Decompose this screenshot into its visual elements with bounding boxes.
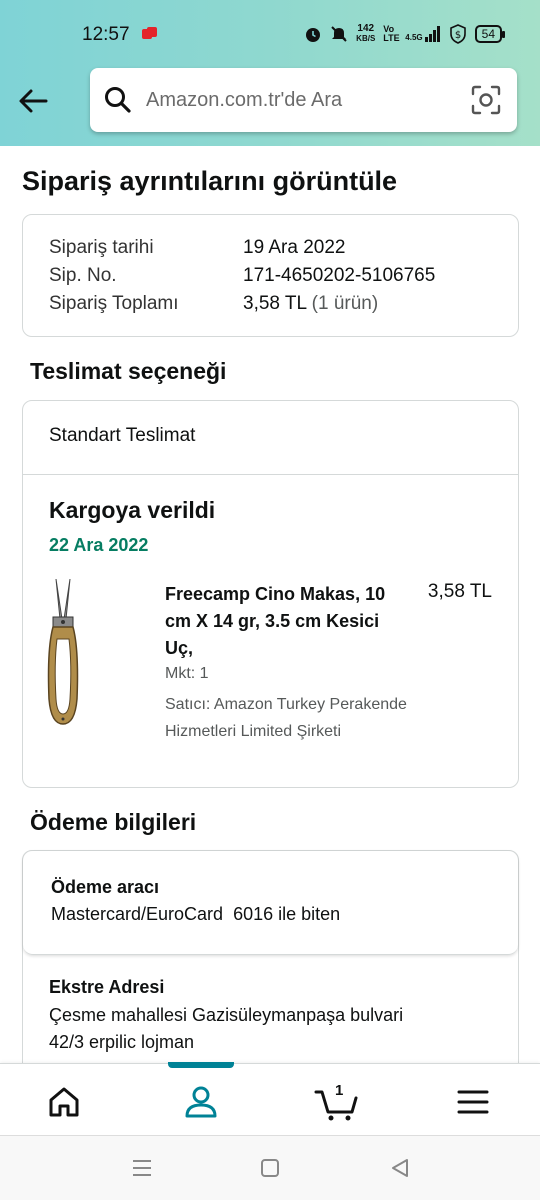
order-total-label: Sipariş Toplamı xyxy=(49,293,179,314)
battery-indicator: 54 xyxy=(474,25,506,43)
delivery-card: Standart Teslimat Kargoya verildi 22 Ara… xyxy=(22,400,519,788)
order-summary-card: Sipariş tarihi 19 Ara 2022 Sip. No. 171-… xyxy=(22,214,519,337)
recent-apps-icon[interactable] xyxy=(130,1156,154,1180)
order-date-value: 19 Ara 2022 xyxy=(243,237,346,258)
network-speed: 142 KB/S xyxy=(356,24,375,44)
order-total-value: 3,58 TL xyxy=(243,293,307,314)
order-date-label: Sipariş tarihi xyxy=(49,237,154,258)
network-speed-unit: KB/S xyxy=(356,34,376,43)
network-speed-value: 142 xyxy=(357,23,375,34)
billing-address-line2: 42/3 erpilic lojman xyxy=(49,1032,195,1052)
svg-text:$: $ xyxy=(454,30,460,41)
notification-app-icon xyxy=(142,27,157,39)
signal-indicator: 4.5G xyxy=(405,26,440,42)
delivery-type: Standart Teslimat xyxy=(49,425,196,446)
product-title-link[interactable]: Freecamp Cino Makas, 10 cm X 14 gr, 3.5 … xyxy=(165,581,395,662)
shipping-status: Kargoya verildi xyxy=(49,497,216,523)
volte-indicator: Vo LTE xyxy=(383,24,400,43)
payment-method-value: Mastercard/EuroCard 6016 ile biten xyxy=(51,904,341,924)
status-time: 12:57 xyxy=(82,24,130,45)
battery-level: 54 xyxy=(481,27,495,41)
bottom-navigation: 1 xyxy=(0,1062,540,1135)
status-icons: 142 KB/S Vo LTE 4.5G $ 54 xyxy=(304,24,506,44)
cart-count-badge: 1 xyxy=(335,1082,344,1099)
signal-icon xyxy=(424,26,440,42)
active-tab-indicator xyxy=(168,1062,234,1068)
app-header xyxy=(0,64,540,146)
search-icon[interactable] xyxy=(104,86,132,114)
back-button-icon[interactable] xyxy=(388,1156,412,1180)
product-price: 3,58 TL xyxy=(427,581,492,602)
shipping-date: 22 Ara 2022 xyxy=(49,535,149,555)
product-image[interactable] xyxy=(43,579,83,729)
billing-address-line1: Çesme mahallesi Gazisüleymanpaşa bulvari xyxy=(49,1005,404,1025)
menu-icon[interactable] xyxy=(456,1082,490,1122)
order-number-label: Sip. No. xyxy=(49,265,117,286)
payment-section-title: Ödeme bilgileri xyxy=(30,809,197,835)
network-type: 4.5G xyxy=(405,33,423,42)
delivery-section-title: Teslimat seçeneği xyxy=(30,358,227,384)
order-total: 3,58 TL (1 ürün) xyxy=(243,293,378,315)
order-number-value: 171-4650202-5106765 xyxy=(243,265,436,286)
back-arrow-icon[interactable] xyxy=(16,84,50,118)
order-item-count: (1 ürün) xyxy=(311,293,379,314)
account-icon[interactable] xyxy=(181,1082,221,1122)
status-bar: 12:57 142 KB/S Vo LTE 4.5G $ 54 xyxy=(0,0,540,64)
payment-method-block[interactable]: Ödeme aracı Mastercard/EuroCard 6016 ile… xyxy=(23,851,518,955)
billing-address-label: Ekstre Adresi xyxy=(49,977,165,997)
payment-method-label: Ödeme aracı xyxy=(51,877,160,897)
search-input[interactable] xyxy=(146,68,456,132)
divider xyxy=(23,474,518,475)
page-title: Sipariş ayrıntılarını görüntüle xyxy=(22,166,398,196)
search-bar[interactable] xyxy=(90,68,517,132)
home-icon[interactable] xyxy=(44,1082,84,1122)
system-navigation-bar xyxy=(0,1135,540,1200)
mute-icon xyxy=(331,26,347,42)
alarm-icon xyxy=(306,28,321,42)
product-seller: Satıcı: Amazon Turkey Perakende Hizmetle… xyxy=(165,696,407,740)
home-button-icon[interactable] xyxy=(258,1156,282,1180)
shield-dollar-icon: $ xyxy=(449,24,466,44)
product-quantity: Mkt: 1 xyxy=(165,665,209,682)
camera-scan-icon[interactable] xyxy=(471,85,501,115)
